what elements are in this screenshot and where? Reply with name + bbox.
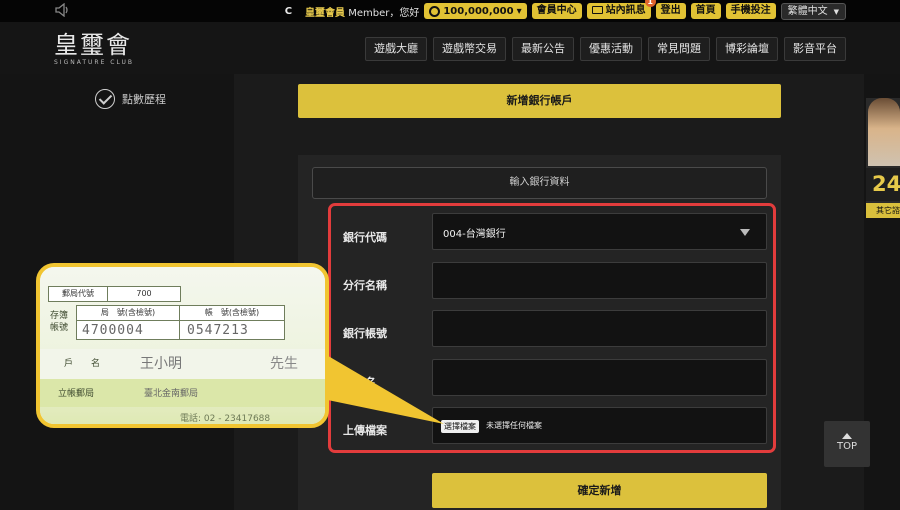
site-logo[interactable]: 皇璽會 SIGNATURE CLUB bbox=[54, 32, 134, 66]
passbook-holder-name: 王小明 bbox=[140, 356, 182, 372]
points-balance: 100,000,000 bbox=[443, 5, 514, 17]
passbook-image: 郵局代號 700 存簿 帳號 局 號(含檢號) 帳 號(含檢號) 4700004… bbox=[40, 267, 325, 424]
nav-promotions[interactable]: 優惠活動 bbox=[580, 37, 642, 61]
user-initial: C bbox=[284, 5, 293, 17]
logo-subtitle: SIGNATURE CLUB bbox=[54, 59, 135, 66]
passbook-branch-label: 立帳郵局 bbox=[58, 389, 95, 399]
home-button[interactable]: 首頁 bbox=[690, 3, 721, 19]
highlight-frame bbox=[328, 203, 776, 453]
passbook-office-no-label: 局 號(含檢號) bbox=[76, 305, 180, 321]
chevron-down-icon: ▼ bbox=[833, 7, 839, 16]
add-bank-account-button[interactable]: 新增銀行帳戶 bbox=[298, 84, 781, 118]
passbook-label-1: 存簿 bbox=[50, 311, 69, 321]
nav-announcements[interactable]: 最新公告 bbox=[512, 37, 574, 61]
confirm-add-button[interactable]: 確定新增 bbox=[432, 473, 767, 508]
sidebar-item-label: 點數歷程 bbox=[122, 93, 166, 106]
passbook-office-code-label: 郵局代號 bbox=[48, 286, 108, 302]
back-to-top-label: TOP bbox=[836, 441, 857, 452]
member-center-button[interactable]: 會員中心 bbox=[531, 3, 582, 19]
logo-text: 皇璽會 bbox=[54, 31, 132, 59]
mobile-bet-button[interactable]: 手機投注 bbox=[725, 3, 776, 19]
passbook-holder-label: 戶 名 bbox=[64, 359, 101, 369]
passbook-example-callout: 郵局代號 700 存簿 帳號 局 號(含檢號) 帳 號(含檢號) 4700004… bbox=[36, 263, 329, 428]
passbook-holder-suffix: 先生 bbox=[270, 356, 298, 372]
coin-icon bbox=[429, 5, 441, 17]
greeting-text: 皇璽會員 Member，您好 bbox=[305, 4, 419, 19]
nav-faq[interactable]: 常見問題 bbox=[648, 37, 710, 61]
nav-game-lobby[interactable]: 遊戲大廳 bbox=[365, 37, 427, 61]
points-balance-button[interactable]: 100,000,000 ▾ bbox=[424, 3, 527, 19]
service-agent-image bbox=[868, 98, 900, 166]
inbox-badge: 1 bbox=[644, 0, 656, 7]
inbox-button[interactable]: 站內訊息 1 bbox=[586, 0, 656, 19]
customer-service-banner[interactable]: 24 其它諮 bbox=[866, 98, 900, 218]
passbook-account-no-label: 帳 號(含檢號) bbox=[179, 305, 285, 321]
passbook-phone: 電話: 02 - 23417688 bbox=[180, 414, 271, 424]
back-to-top-button[interactable]: TOP bbox=[824, 421, 870, 467]
passbook-account-no: 0547213 bbox=[187, 323, 249, 338]
logout-button[interactable]: 登出 bbox=[655, 3, 686, 19]
passbook-office-no: 4700004 bbox=[82, 323, 144, 338]
main-nav: 遊戲大廳 遊戲幣交易 最新公告 優惠活動 常見問題 博彩論壇 影音平台 bbox=[365, 37, 846, 61]
inbox-label: 站內訊息 bbox=[605, 5, 646, 16]
top-bar: C 皇璽會員 Member，您好 100,000,000 ▾ 會員中心 站內訊息… bbox=[0, 0, 900, 22]
form-section-title: 輸入銀行資料 bbox=[312, 167, 767, 199]
chevron-down-icon: ▾ bbox=[516, 5, 522, 17]
language-value: 繁體中文 bbox=[787, 5, 828, 17]
mail-icon bbox=[591, 6, 603, 14]
nav-media[interactable]: 影音平台 bbox=[784, 37, 846, 61]
nav-coin-trade[interactable]: 遊戲幣交易 bbox=[433, 37, 506, 61]
language-select[interactable]: 繁體中文 ▼ bbox=[780, 2, 846, 20]
service-banner-label: 其它諮 bbox=[866, 203, 900, 218]
announcement-speaker-icon[interactable] bbox=[55, 3, 71, 17]
arrow-up-icon bbox=[842, 433, 852, 439]
greeting-suffix: Member，您好 bbox=[345, 7, 420, 19]
sidebar-item-points-history[interactable]: 點數歷程 bbox=[95, 89, 166, 109]
passbook-branch-name: 臺北金南郵局 bbox=[144, 389, 199, 399]
check-circle-icon bbox=[95, 89, 115, 109]
site-header: 皇璽會 SIGNATURE CLUB 遊戲大廳 遊戲幣交易 最新公告 優惠活動 … bbox=[0, 22, 900, 74]
passbook-office-code-value: 700 bbox=[107, 286, 181, 302]
member-name: 皇璽會員 bbox=[305, 7, 346, 19]
nav-forum[interactable]: 博彩論壇 bbox=[716, 37, 778, 61]
passbook-label-2: 帳號 bbox=[50, 323, 69, 333]
service-hours: 24 bbox=[866, 168, 900, 201]
